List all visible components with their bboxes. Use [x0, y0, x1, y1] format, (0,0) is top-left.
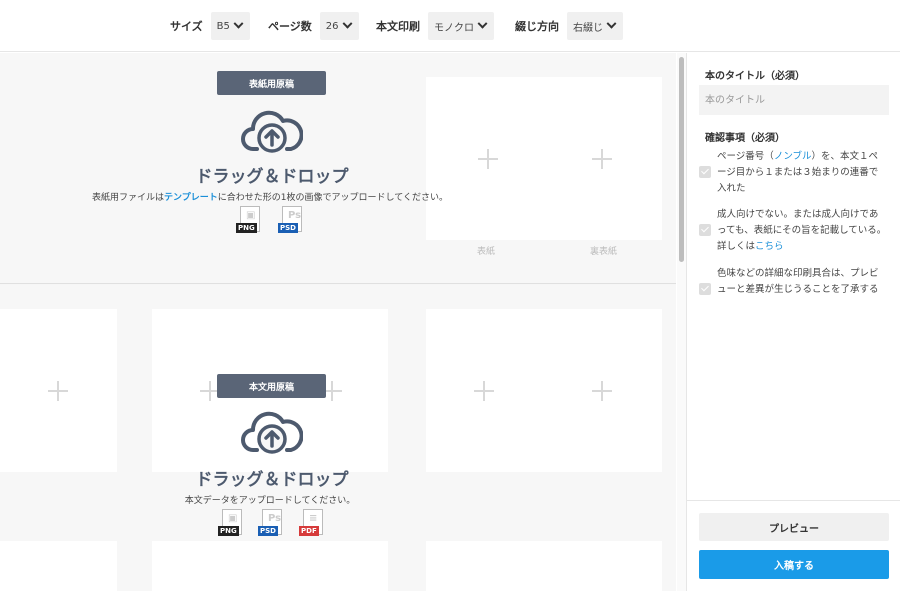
check-row-color[interactable]: 色味などの詳細な印刷具合は、プレビューと差異が生じうることを了承する [699, 266, 891, 298]
details-link[interactable]: こちら [755, 241, 784, 252]
check-text: ページ番号（ノンブル）を、本文１ページ目から１または３始まりの連番で入れた [717, 149, 887, 197]
front-cover-label: 表紙 [477, 247, 496, 257]
plus-icon [48, 381, 68, 401]
binding-label: 綴じ方向 [515, 20, 559, 33]
psd-format-label: PSD [278, 223, 298, 233]
body-spread [426, 541, 662, 591]
settings-toolbar: サイズ B5 ページ数 26 本文印刷 モノクロ 綴じ方向 右綴じ [0, 0, 900, 52]
body-drop-title: ドラッグ＆ドロップ [195, 470, 349, 490]
png-file-icon: ▣ PNG [236, 206, 262, 234]
png-format-label: PNG [236, 223, 257, 233]
psd-file-icon: Ps PSD [258, 509, 284, 537]
chevron-down-icon [233, 18, 244, 29]
plus-icon [592, 149, 612, 169]
pages-value: 26 [325, 20, 339, 32]
check-row-nombre[interactable]: ページ番号（ノンブル）を、本文１ページ目から１または３始まりの連番で入れた [699, 149, 891, 197]
nombre-link[interactable]: ノンブル [774, 151, 812, 162]
pdf-file-icon: ≡ PDF [299, 509, 325, 537]
size-value: B5 [216, 20, 230, 32]
check-text-part: 成人向けでない。または成人向けであっても、表紙にその旨を記載している。詳しくは [717, 209, 887, 252]
preview-button[interactable]: プレビュー [699, 513, 889, 541]
pages-setting: ページ数 26 [268, 12, 359, 40]
body-description: 本文データをアップロードしてください。 [184, 496, 356, 506]
psd-format-label: PSD [258, 526, 278, 536]
cloud-upload-icon [241, 110, 303, 153]
pdf-format-label: PDF [299, 526, 319, 536]
cover-desc-after: に合わせた形の1枚の画像でアップロードしてください。 [217, 193, 448, 203]
divider [687, 500, 900, 501]
print-setting: 本文印刷 モノクロ [376, 12, 494, 40]
print-label: 本文印刷 [376, 20, 420, 33]
size-label: サイズ [170, 20, 203, 33]
template-link[interactable]: テンプレート [164, 193, 218, 203]
binding-select[interactable]: 右綴じ [567, 12, 623, 40]
cover-drop-title: ドラッグ＆ドロップ [195, 167, 349, 187]
cover-dropzone[interactable]: 表紙 裏表紙 表紙用原稿 ドラッグ＆ドロップ 表紙用ファイルはテンプレートに合わ… [0, 53, 676, 284]
scrollbar-thumb[interactable] [679, 57, 684, 262]
cover-desc-before: 表紙用ファイルは [92, 193, 165, 203]
check-text-part: ページ番号（ [717, 151, 774, 162]
binding-value: 右綴じ [573, 22, 603, 34]
png-format-label: PNG [218, 526, 239, 536]
body-spread [152, 541, 388, 591]
body-badge: 本文用原稿 [217, 374, 326, 398]
submit-button[interactable]: 入稿する [699, 550, 889, 579]
checkbox[interactable] [699, 283, 711, 295]
manuscript-workspace: 表紙 裏表紙 表紙用原稿 ドラッグ＆ドロップ 表紙用ファイルはテンプレートに合わ… [0, 53, 676, 591]
print-select[interactable]: モノクロ [428, 12, 494, 40]
plus-icon [478, 149, 498, 169]
body-dropzone[interactable]: 本文用原稿 ドラッグ＆ドロップ 本文データをアップロードしてください。 ▣ PNG… [0, 285, 676, 591]
pages-select[interactable]: 26 [319, 12, 359, 40]
body-spread [426, 309, 662, 472]
print-value: モノクロ [434, 22, 474, 34]
psd-file-icon: Ps PSD [278, 206, 304, 234]
book-title-input[interactable] [699, 85, 889, 115]
back-cover-label: 裏表紙 [590, 247, 618, 257]
chevron-down-icon [606, 18, 617, 29]
size-select[interactable]: B5 [210, 12, 250, 40]
checkbox[interactable] [699, 224, 711, 236]
pages-label: ページ数 [268, 20, 312, 33]
cloud-upload-icon [241, 411, 303, 454]
body-page [0, 309, 117, 472]
png-file-icon: ▣ PNG [218, 509, 244, 537]
plus-icon [474, 381, 494, 401]
workspace-scrollbar[interactable] [677, 53, 686, 591]
submission-sidebar: 本のタイトル（必須） 確認事項（必須） ページ番号（ノンブル）を、本文１ページ目… [686, 53, 900, 591]
check-text: 成人向けでない。または成人向けであっても、表紙にその旨を記載している。詳しくはこ… [717, 207, 887, 255]
checkbox[interactable] [699, 166, 711, 178]
body-page [0, 541, 117, 591]
check-text: 色味などの詳細な印刷具合は、プレビューと差異が生じうることを了承する [717, 268, 879, 295]
plus-icon [592, 381, 612, 401]
binding-setting: 綴じ方向 右綴じ [515, 12, 623, 40]
title-heading: 本のタイトル（必須） [705, 71, 805, 82]
confirm-heading: 確認事項（必須） [705, 133, 785, 144]
cover-badge: 表紙用原稿 [217, 71, 326, 95]
size-setting: サイズ B5 [170, 12, 250, 40]
cover-description: 表紙用ファイルはテンプレートに合わせた形の1枚の画像でアップロードしてください。 [70, 190, 470, 203]
chevron-down-icon [342, 18, 352, 29]
chevron-down-icon [477, 18, 488, 29]
cover-spread [426, 77, 662, 240]
check-row-adult[interactable]: 成人向けでない。または成人向けであっても、表紙にその旨を記載している。詳しくはこ… [699, 207, 891, 255]
